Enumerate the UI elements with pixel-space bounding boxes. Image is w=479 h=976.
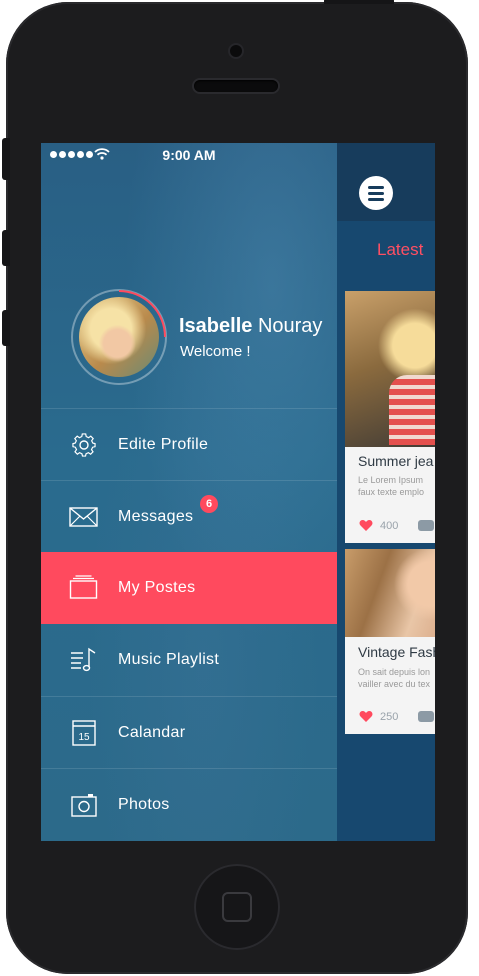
user-last-name: Nouray	[257, 315, 323, 337]
power-button	[324, 0, 394, 4]
calendar-day: 15	[78, 732, 90, 743]
mute-switch	[2, 138, 10, 180]
gear-icon	[72, 433, 96, 457]
comment-icon[interactable]	[418, 520, 434, 531]
comment-icon[interactable]	[418, 711, 434, 722]
post-card[interactable]: Vintage Fash On sait depuis lon vailler …	[345, 549, 435, 734]
post-title: Vintage Fash	[358, 644, 435, 660]
menu-item-label: My Postes	[118, 579, 196, 596]
heart-icon[interactable]	[359, 710, 373, 723]
post-excerpt: faux texte emplo	[358, 487, 425, 497]
music-list-icon	[71, 647, 96, 672]
status-time: 9:00 AM	[162, 147, 216, 163]
calendar-icon: 15	[72, 720, 96, 746]
menu-item-photos[interactable]: Photos	[41, 768, 337, 840]
volume-up-button	[2, 230, 10, 266]
welcome-text: Welcome !	[180, 343, 251, 360]
tab-latest[interactable]: Latest	[377, 240, 423, 260]
post-excerpt: Le Lorem Ipsum	[358, 475, 424, 485]
avatar[interactable]	[79, 297, 159, 377]
volume-down-button	[2, 310, 10, 346]
menu-item-edit-profile[interactable]: Edite Profile	[41, 408, 337, 480]
hamburger-icon[interactable]	[359, 176, 393, 210]
camera-icon	[71, 794, 97, 817]
message-count-badge: 6	[200, 495, 218, 513]
front-camera	[230, 45, 242, 57]
post-card[interactable]: Summer jea Le Lorem Ipsum faux texte emp…	[345, 291, 435, 543]
post-photo	[345, 291, 435, 447]
app-screen: Latest Summer jea Le Lorem Ipsum faux te…	[41, 143, 435, 841]
menu-item-label: Calandar	[118, 724, 186, 741]
post-title: Summer jea	[358, 453, 434, 469]
menu-item-music-playlist[interactable]: Music Playlist	[41, 624, 337, 696]
menu-item-label: Music Playlist	[118, 651, 220, 668]
post-photo	[345, 549, 435, 637]
stack-icon	[69, 575, 98, 599]
menu-item-label: Messages	[118, 508, 194, 525]
home-button-icon	[222, 892, 252, 922]
envelope-icon	[69, 507, 98, 527]
user-first-name: Isabelle	[179, 315, 253, 337]
content-panel: Latest Summer jea Le Lorem Ipsum faux te…	[337, 143, 435, 841]
like-count: 400	[380, 520, 399, 532]
menu-item-calendar[interactable]: 15 Calandar	[41, 696, 337, 768]
earpiece-speaker	[194, 80, 278, 92]
post-excerpt: vailler avec du tex	[358, 679, 431, 689]
content-topbar	[337, 143, 435, 221]
menu-item-my-postes[interactable]: My Postes	[41, 552, 337, 624]
menu-item-messages[interactable]: Messages 6	[41, 480, 337, 552]
user-name: Isabelle Nouray	[179, 315, 322, 338]
post-excerpt: On sait depuis lon	[358, 667, 431, 677]
heart-icon[interactable]	[359, 519, 373, 532]
menu-item-label: Photos	[118, 796, 170, 813]
like-count: 250	[380, 711, 399, 723]
side-menu: 9:00 AM Isabelle Nouray Welcome ! Edite …	[41, 143, 337, 841]
status-bar: 9:00 AM	[41, 143, 337, 169]
menu-item-label: Edite Profile	[118, 436, 209, 453]
